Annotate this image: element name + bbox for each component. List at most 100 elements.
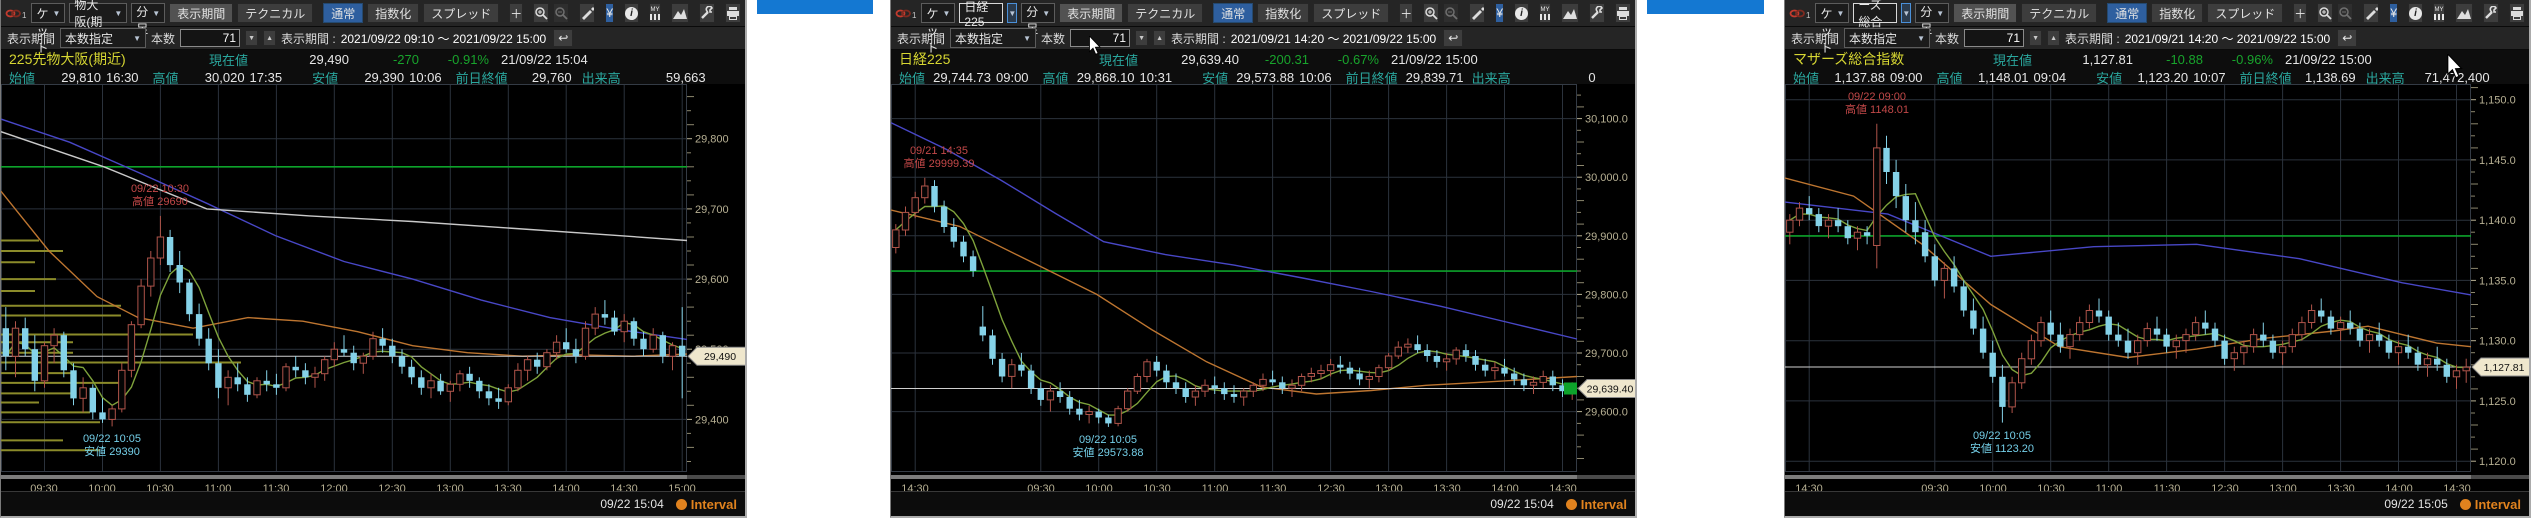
- settings-wrench-button[interactable]: [2483, 3, 2499, 23]
- my-indicator-button[interactable]: MY: [1539, 3, 1551, 23]
- crosshair-plus-button[interactable]: ＋: [2293, 3, 2307, 23]
- technical-button[interactable]: テクニカル: [2021, 3, 2097, 23]
- print-button[interactable]: [725, 3, 741, 23]
- current-label: 現在値: [209, 50, 261, 69]
- technical-button[interactable]: テクニカル: [1127, 3, 1203, 23]
- symbol-select[interactable]: 225先物大阪(期近)▼: [69, 3, 127, 23]
- spread-mode-button[interactable]: スプレッド: [1313, 3, 1389, 23]
- display-period-button[interactable]: 表示期間: [1953, 3, 2017, 23]
- price-chart[interactable]: 29,80029,70029,60029,50029,40009/22 10:3…: [1, 84, 747, 494]
- link-group-icon[interactable]: 1: [5, 7, 26, 20]
- count-mode-select[interactable]: 本数指定▼: [950, 28, 1036, 48]
- indexed-mode-button[interactable]: 指数化: [1257, 3, 1309, 23]
- spread-mode-button[interactable]: スプレッド: [2207, 3, 2283, 23]
- bar-count-input[interactable]: 71: [1964, 29, 2024, 47]
- change-value: -270: [349, 52, 419, 67]
- timeframe-select[interactable]: 5分足▼: [1021, 3, 1055, 23]
- reset-period-button[interactable]: ↩: [1443, 29, 1463, 47]
- spread-mode-button[interactable]: スプレッド: [423, 3, 499, 23]
- symbol-input[interactable]: マザーズ総合指数: [1853, 3, 1897, 23]
- low-value: 1,123.20: [2128, 70, 2188, 85]
- svg-text:29,600: 29,600: [695, 274, 729, 286]
- info-button[interactable]: i: [1514, 3, 1529, 23]
- link-group-icon[interactable]: 1: [1789, 7, 1810, 20]
- current-value: 1,127.81: [2045, 52, 2133, 67]
- prev-close-value: 1,138.69: [2300, 70, 2356, 85]
- zoom-in-icon: [534, 6, 548, 20]
- bar-count-input[interactable]: 71: [180, 29, 240, 47]
- high-value: 30,020: [185, 70, 245, 85]
- count-up-button[interactable]: ▲: [2047, 30, 2060, 46]
- my-indicator-button[interactable]: MY: [649, 3, 661, 23]
- display-period-label: 表示期間: [7, 30, 55, 47]
- draw-pencil-button[interactable]: [579, 3, 595, 23]
- symbol-dropdown-button[interactable]: ▼: [1901, 3, 1911, 23]
- yen-axis-button[interactable]: ¥: [2389, 3, 2398, 23]
- mountain-chart-icon: [1562, 6, 1578, 20]
- info-button[interactable]: i: [2408, 3, 2423, 23]
- normal-mode-button[interactable]: 通常: [323, 3, 363, 23]
- chevron-down-icon: ▼: [1042, 9, 1050, 18]
- period-range-value: 2021/09/21 14:20 ～ 2021/09/22 15:00: [2125, 30, 2331, 47]
- zoom-out-icon: [1444, 6, 1458, 20]
- prev-close-value: 29,839.71: [1406, 70, 1462, 85]
- technical-button[interactable]: テクニカル: [237, 3, 313, 23]
- count-mode-select[interactable]: 本数指定▼: [60, 28, 146, 48]
- period-label: 表示期間 :: [2065, 30, 2120, 47]
- yen-axis-button[interactable]: ¥: [605, 3, 614, 23]
- price-chart[interactable]: 1,150.01,145.01,140.01,135.01,130.01,125…: [1785, 84, 2531, 494]
- normal-mode-button[interactable]: 通常: [1213, 3, 1253, 23]
- link-group-icon[interactable]: 1: [895, 7, 916, 20]
- symbol-input[interactable]: 日経225: [959, 3, 1003, 23]
- reset-period-button[interactable]: ↩: [553, 29, 573, 47]
- mountain-chart-icon: [672, 6, 688, 20]
- settings-wrench-button[interactable]: [1589, 3, 1605, 23]
- crosshair-plus-button[interactable]: ＋: [509, 3, 523, 23]
- zoom-out-button[interactable]: [2337, 3, 2353, 23]
- svg-text:1,125.0: 1,125.0: [2479, 396, 2516, 408]
- svg-text:高値 1148.01: 高値 1148.01: [1845, 102, 1909, 116]
- draw-pencil-button[interactable]: [2363, 3, 2379, 23]
- market-select[interactable]: マーケット▼: [1815, 3, 1849, 23]
- area-chart-button[interactable]: [2455, 3, 2473, 23]
- market-select[interactable]: マーケット▼: [921, 3, 955, 23]
- timeframe-select[interactable]: 5分足▼: [1915, 3, 1949, 23]
- settings-wrench-button[interactable]: [699, 3, 715, 23]
- zoom-in-button[interactable]: [533, 3, 549, 23]
- toolbar-period: 表示期間 本数指定▼ 本数 71 ▼ ▲ 表示期間 : 2021/09/21 1…: [891, 27, 1635, 50]
- zoom-out-button[interactable]: [553, 3, 569, 23]
- count-down-button[interactable]: ▼: [245, 30, 258, 46]
- draw-pencil-button[interactable]: [1469, 3, 1485, 23]
- my-indicator-icon: MY: [2434, 7, 2444, 20]
- area-chart-button[interactable]: [1561, 3, 1579, 23]
- symbol-dropdown-button[interactable]: ▼: [1007, 3, 1017, 23]
- market-select[interactable]: マーケット▼: [31, 3, 65, 23]
- display-period-button[interactable]: 表示期間: [169, 3, 233, 23]
- indexed-mode-button[interactable]: 指数化: [2151, 3, 2203, 23]
- symbol-title: マザーズ総合指数: [1793, 49, 1993, 69]
- price-chart[interactable]: 30,100.030,000.029,900.029,800.029,700.0…: [891, 84, 1637, 494]
- count-label: 本数: [151, 30, 175, 47]
- display-period-button[interactable]: 表示期間: [1059, 3, 1123, 23]
- yen-axis-button[interactable]: ¥: [1495, 3, 1504, 23]
- count-up-button[interactable]: ▲: [1153, 30, 1166, 46]
- wrench-icon: [700, 6, 714, 20]
- count-mode-select[interactable]: 本数指定▼: [1844, 28, 1930, 48]
- count-down-button[interactable]: ▼: [1135, 30, 1148, 46]
- indexed-mode-button[interactable]: 指数化: [367, 3, 419, 23]
- reset-period-button[interactable]: ↩: [2337, 29, 2357, 47]
- zoom-out-button[interactable]: [1443, 3, 1459, 23]
- normal-mode-button[interactable]: 通常: [2107, 3, 2147, 23]
- area-chart-button[interactable]: [671, 3, 689, 23]
- count-up-button[interactable]: ▲: [263, 30, 276, 46]
- print-button[interactable]: [2509, 3, 2525, 23]
- count-down-button[interactable]: ▼: [2029, 30, 2042, 46]
- zoom-in-button[interactable]: [1423, 3, 1439, 23]
- zoom-in-button[interactable]: [2317, 3, 2333, 23]
- status-bar: 09/22 15:04 Interval: [1, 491, 745, 516]
- crosshair-plus-button[interactable]: ＋: [1399, 3, 1413, 23]
- info-button[interactable]: i: [624, 3, 639, 23]
- timeframe-select[interactable]: 5分足▼: [131, 3, 165, 23]
- print-button[interactable]: [1615, 3, 1631, 23]
- my-indicator-button[interactable]: MY: [2433, 3, 2445, 23]
